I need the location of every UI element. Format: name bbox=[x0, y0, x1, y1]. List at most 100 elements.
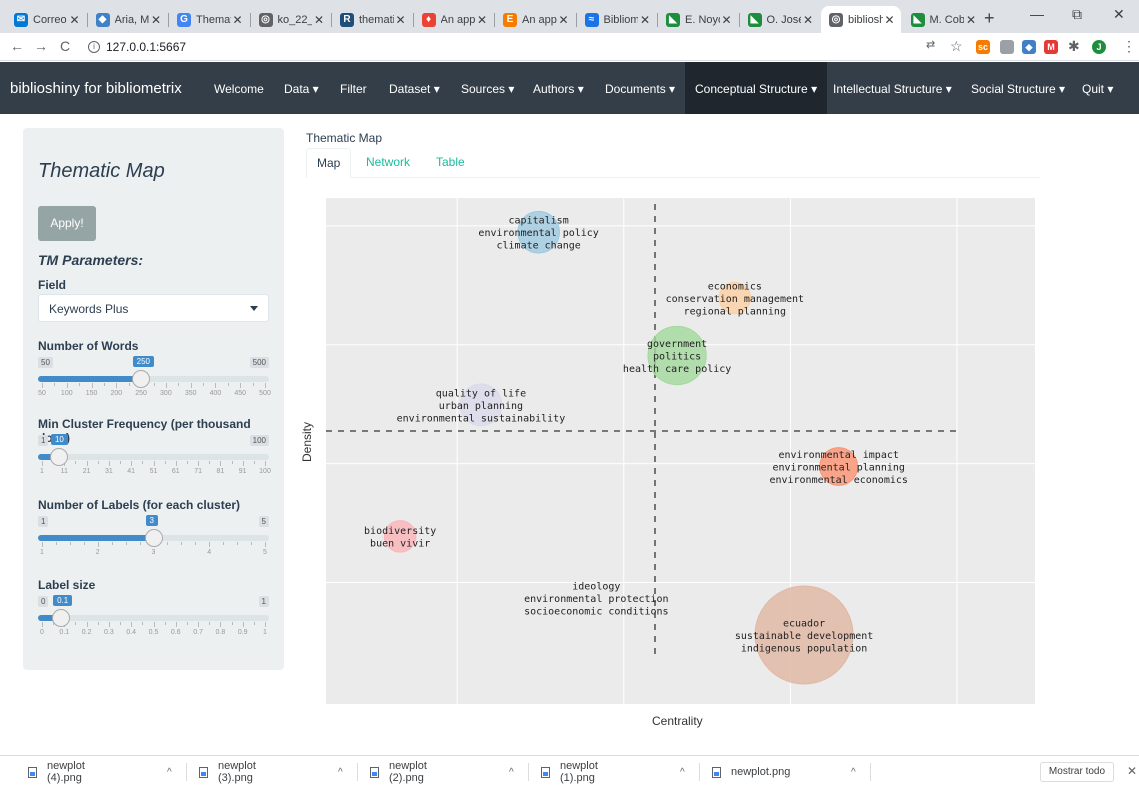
browser-tab[interactable]: ♦ An appr✕ bbox=[414, 6, 494, 33]
tab-title: ko_22_1 bbox=[277, 13, 313, 26]
tab-close-icon[interactable]: ✕ bbox=[801, 13, 815, 27]
browser-tab[interactable]: G Themat ✕ bbox=[169, 6, 249, 33]
nav-item[interactable]: Dataset ▾ bbox=[389, 82, 440, 96]
slider-handle[interactable] bbox=[131, 370, 150, 388]
cluster-label: regional planning bbox=[684, 306, 786, 317]
slider-tick bbox=[220, 461, 222, 466]
tab-close-icon[interactable]: ✕ bbox=[638, 13, 652, 27]
nav-item[interactable]: Sources ▾ bbox=[461, 82, 514, 96]
translate-icon[interactable]: ⇄ bbox=[926, 38, 935, 51]
slider-handle[interactable] bbox=[52, 609, 71, 627]
extension-sc-icon[interactable]: sc bbox=[976, 40, 990, 54]
forward-icon[interactable]: → bbox=[34, 38, 48, 54]
slider-tick bbox=[153, 383, 155, 386]
nav-item[interactable]: Documents ▾ bbox=[605, 82, 675, 96]
extension-red-icon[interactable]: M bbox=[1044, 40, 1058, 54]
download-item[interactable]: newplot.png ^ bbox=[712, 756, 856, 788]
tab-close-icon[interactable]: ✕ bbox=[964, 13, 978, 27]
download-item[interactable]: newplot (4).png ^ bbox=[28, 756, 172, 788]
nav-item[interactable]: Data ▾ bbox=[284, 82, 319, 96]
tab-network[interactable]: Network bbox=[356, 148, 420, 178]
app-brand[interactable]: biblioshiny for bibliometrix bbox=[10, 80, 182, 97]
tab-close-icon[interactable]: ✕ bbox=[475, 13, 489, 27]
slider-handle[interactable] bbox=[144, 529, 163, 547]
show-all-downloads-button[interactable]: Mostrar todo bbox=[1040, 762, 1114, 782]
nav-item[interactable]: Intellectual Structure ▾ bbox=[833, 82, 952, 96]
browser-tab[interactable]: ◎ bibliosh ✕ bbox=[821, 6, 901, 33]
tab-close-icon[interactable]: ✕ bbox=[720, 13, 734, 27]
nav-item[interactable]: Quit ▾ bbox=[1082, 82, 1113, 96]
extensions-puzzle-icon[interactable]: ✱ bbox=[1068, 38, 1080, 55]
slider-tick-label: 91 bbox=[238, 468, 247, 475]
chevron-up-icon[interactable]: ^ bbox=[509, 767, 514, 778]
tab-close-icon[interactable]: ✕ bbox=[883, 13, 897, 27]
new-tab-button[interactable]: + bbox=[984, 8, 995, 29]
tab-close-icon[interactable]: ✕ bbox=[149, 13, 163, 27]
tab-close-icon[interactable]: ✕ bbox=[312, 13, 326, 27]
slider-tick bbox=[42, 542, 43, 547]
browser-tab[interactable]: Rthemati ✕ bbox=[332, 6, 412, 33]
thematic-map-plot[interactable]: capitalism environmental policy climate ch… bbox=[326, 198, 1035, 704]
browser-tab[interactable]: E An appr✕ bbox=[495, 6, 575, 33]
slider-tick-label: 4 bbox=[207, 549, 212, 556]
close-download-bar-icon[interactable]: ✕ bbox=[1127, 764, 1137, 778]
slider-tick bbox=[231, 461, 233, 464]
extension-diamond-icon[interactable]: ◆ bbox=[1022, 40, 1036, 54]
range-slider[interactable]: 1 100 10 1 11 21 31 41 51 61 71 81 91 100 bbox=[38, 434, 271, 481]
url-input[interactable]: i 127.0.0.1:5667 bbox=[88, 36, 908, 58]
apply-button[interactable]: Apply! bbox=[38, 206, 96, 241]
browser-tab[interactable]: ◎ ko_22_1✕ bbox=[251, 6, 331, 33]
tab-favicon-icon: ◎ bbox=[258, 12, 273, 27]
slider-track[interactable] bbox=[38, 615, 269, 621]
nav-item[interactable]: Welcome bbox=[214, 82, 264, 96]
field-select-value: Keywords Plus bbox=[49, 302, 129, 316]
site-info-icon[interactable]: i bbox=[88, 41, 100, 53]
cluster-label: biodiversity bbox=[364, 526, 436, 537]
extension-doc-icon[interactable] bbox=[1000, 40, 1014, 54]
reload-icon[interactable]: C bbox=[60, 38, 70, 54]
download-item[interactable]: newplot (3).png ^ bbox=[199, 756, 343, 788]
tab-close-icon[interactable]: ✕ bbox=[394, 13, 408, 27]
tab-close-icon[interactable]: ✕ bbox=[231, 13, 245, 27]
profile-avatar[interactable]: J bbox=[1092, 40, 1106, 54]
slider-tick-label: 500 bbox=[259, 390, 271, 397]
tab-close-icon[interactable]: ✕ bbox=[557, 13, 571, 27]
chevron-up-icon[interactable]: ^ bbox=[338, 767, 343, 778]
browser-tab[interactable]: ≈ Bibliom ✕ bbox=[577, 6, 657, 33]
download-separator bbox=[528, 763, 529, 781]
tab-close-icon[interactable]: ✕ bbox=[68, 13, 82, 27]
slider-handle[interactable] bbox=[49, 448, 68, 466]
download-item[interactable]: newplot (2).png ^ bbox=[370, 756, 514, 788]
chevron-up-icon[interactable]: ^ bbox=[680, 767, 685, 778]
nav-item[interactable]: Filter bbox=[340, 82, 367, 96]
back-icon[interactable]: ← bbox=[10, 38, 24, 54]
slider-tick bbox=[142, 622, 144, 625]
nav-item[interactable]: Conceptual Structure ▾ bbox=[685, 62, 828, 114]
x-axis-label: Centrality bbox=[652, 714, 703, 728]
slider-track[interactable] bbox=[38, 454, 269, 460]
slider-tick bbox=[186, 622, 188, 625]
browser-tab[interactable]: ◣ M. Cobo✕ bbox=[903, 6, 983, 33]
chevron-up-icon[interactable]: ^ bbox=[167, 767, 172, 778]
minimize-icon[interactable]: — bbox=[1030, 6, 1044, 22]
bookmark-star-icon[interactable]: ☆ bbox=[950, 38, 963, 55]
tab-map[interactable]: Map bbox=[306, 148, 352, 178]
range-slider[interactable]: 1 5 3 1 2 3 4 5 bbox=[38, 515, 269, 562]
tab-table[interactable]: Table bbox=[426, 148, 475, 178]
close-window-icon[interactable]: ✕ bbox=[1113, 6, 1125, 23]
restore-icon[interactable]: ⧉ bbox=[1072, 6, 1082, 23]
range-slider[interactable]: 50 500 250 50 100 150 200 250 300 350 400 450 500 bbox=[38, 356, 271, 403]
slider-tick bbox=[178, 383, 180, 386]
download-item[interactable]: newplot (1).png ^ bbox=[541, 756, 685, 788]
nav-item[interactable]: Authors ▾ bbox=[533, 82, 584, 96]
nav-item[interactable]: Social Structure ▾ bbox=[971, 82, 1065, 96]
app-navbar: biblioshiny for bibliometrix Welcome Data… bbox=[0, 62, 1139, 114]
chevron-up-icon[interactable]: ^ bbox=[851, 767, 856, 778]
browser-tab[interactable]: ◣ O. José ✕ bbox=[740, 6, 820, 33]
menu-kebab-icon[interactable]: ⋮ bbox=[1122, 38, 1136, 55]
browser-tab[interactable]: ◣ E. Noyo✕ bbox=[658, 6, 738, 33]
browser-tab[interactable]: ◆ Aria, M ✕ bbox=[88, 6, 168, 33]
browser-tab[interactable]: ✉ Correo ✕ bbox=[6, 6, 86, 33]
field-select[interactable]: Keywords Plus bbox=[38, 294, 269, 322]
range-slider[interactable]: 0 1 0.1 0 0.1 0.2 0.3 0.4 0.5 0.6 0.7 0.8 0.9 1 bbox=[38, 595, 269, 642]
